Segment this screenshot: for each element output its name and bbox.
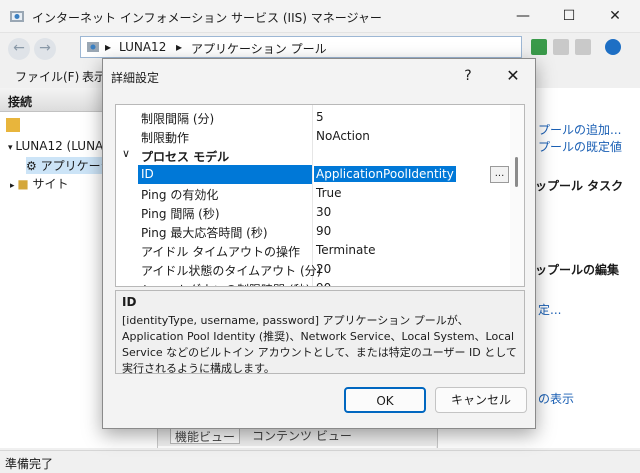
dialog-help-button[interactable]: ? [456,65,480,89]
tree-item-sites[interactable]: ▸ ■ サイト [10,175,69,192]
property-name: 制限動作 [141,131,190,145]
property-name: シャットダウンの制限時間 (秒) [141,281,310,286]
close-button[interactable]: ✕ [592,0,638,32]
property-value[interactable]: ApplicationPoolIdentity [314,165,456,184]
property-row[interactable]: Ping 間隔 (秒) 30 [116,203,508,222]
property-row[interactable]: シャットダウンの制限時間 (秒) 90 [116,279,508,286]
menu-file[interactable]: ファイル(F) [15,68,79,85]
property-row[interactable]: アイドル タイムアウトの操作 Terminate [116,241,508,260]
property-name: アイドル タイムアウトの操作 [141,245,300,259]
property-name: ID [138,165,312,184]
dialog-close-button[interactable]: ✕ [501,65,525,89]
folder-icon: ■ [17,177,33,191]
property-value[interactable]: 5 [316,110,324,124]
crumb-server[interactable]: LUNA12 [119,40,166,54]
address-bar: ← → ▸ LUNA12 ▸ アプリケーション プール [0,33,640,61]
property-row-selected[interactable]: ID ApplicationPoolIdentity ... [116,165,509,184]
description-text: [identityType, username, password] アプリケー… [122,314,517,375]
crumb-app-pools[interactable]: アプリケーション プール [191,40,327,57]
property-name: Ping 間隔 (秒) [141,207,220,221]
vertical-scrollbar[interactable] [510,105,524,286]
property-name: 制限間隔 (分) [141,112,215,126]
window-title: インターネット インフォメーション サービス (IIS) マネージャー [32,11,382,25]
ellipsis-button[interactable]: ... [490,166,509,183]
dialog-title: 詳細設定 [111,71,160,85]
crumb-separator-icon: ▸ [176,40,183,54]
property-name: Ping の有効化 [141,188,219,202]
stop-icon[interactable] [553,39,569,55]
cancel-button[interactable]: キャンセル [435,387,527,413]
property-grid: 制限間隔 (分) 5 制限動作 NoAction ∨ プロセス モデル ID A… [115,104,525,287]
home-icon[interactable] [575,39,591,55]
property-value[interactable]: NoAction [316,129,370,143]
property-row[interactable]: Ping の有効化 True [116,184,508,203]
help-icon[interactable] [605,39,621,55]
property-value[interactable]: 90 [316,281,331,286]
action-settings[interactable]: 定... [538,301,561,318]
category-row[interactable]: ∨ プロセス モデル [116,146,508,165]
status-text: 準備完了 [5,457,54,471]
property-row[interactable]: Ping 最大応答時間 (秒) 90 [116,222,508,241]
category-name: プロセス モデル [141,150,230,164]
scrollbar-thumb[interactable] [515,157,518,187]
title-bar: インターネット インフォメーション サービス (IIS) マネージャー — ☐ … [0,0,640,33]
property-row[interactable]: アイドル状態のタイムアウト (分) 20 [116,260,508,279]
connect-icon[interactable] [6,118,20,132]
ok-button[interactable]: OK [344,387,426,413]
status-bar: 準備完了 [0,450,640,473]
forward-button[interactable]: → [34,38,56,60]
action-pool-defaults[interactable]: プールの既定値 [538,138,622,155]
property-row[interactable]: 制限動作 NoAction [116,127,508,146]
tree-item-label: LUNA12 (LUNA [15,139,104,153]
property-value[interactable]: 30 [316,205,331,219]
property-value[interactable]: True [316,186,342,200]
property-name: アイドル状態のタイムアウト (分) [141,264,322,278]
action-add-pool[interactable]: プールの追加... [538,121,621,138]
tree-item-label: サイト [32,177,69,191]
app-pool-icon: ⚙ [26,159,41,173]
action-header-pool-tasks: ップール タスク [535,179,624,193]
chevron-down-icon[interactable]: ∨ [122,147,130,160]
description-panel: ID [identityType, username, password] アプ… [115,290,525,375]
property-name: Ping 最大応答時間 (秒) [141,226,268,240]
property-value[interactable]: 90 [316,224,331,238]
server-icon [87,42,99,52]
address-field[interactable]: ▸ LUNA12 ▸ アプリケーション プール [80,36,522,58]
property-value[interactable]: 20 [316,262,331,276]
property-row[interactable]: 制限間隔 (分) 5 [116,108,508,127]
tree-item-server[interactable]: ▾ LUNA12 (LUNA [8,139,103,153]
property-value[interactable]: Terminate [316,243,375,257]
action-view[interactable]: の表示 [538,390,574,407]
back-button[interactable]: ← [8,38,30,60]
minimize-button[interactable]: — [500,0,546,32]
description-title: ID [122,295,137,309]
action-header-edit-pool: ップールの編集 [535,263,620,277]
crumb-separator-icon: ▸ [105,40,112,54]
advanced-settings-dialog: 詳細設定 ? ✕ 制限間隔 (分) 5 制限動作 NoAction ∨ プロセス… [102,58,536,429]
maximize-button[interactable]: ☐ [546,0,592,32]
iis-app-icon [10,11,24,22]
property-value-text: ApplicationPoolIdentity [314,166,456,182]
refresh-icon[interactable] [531,39,547,55]
